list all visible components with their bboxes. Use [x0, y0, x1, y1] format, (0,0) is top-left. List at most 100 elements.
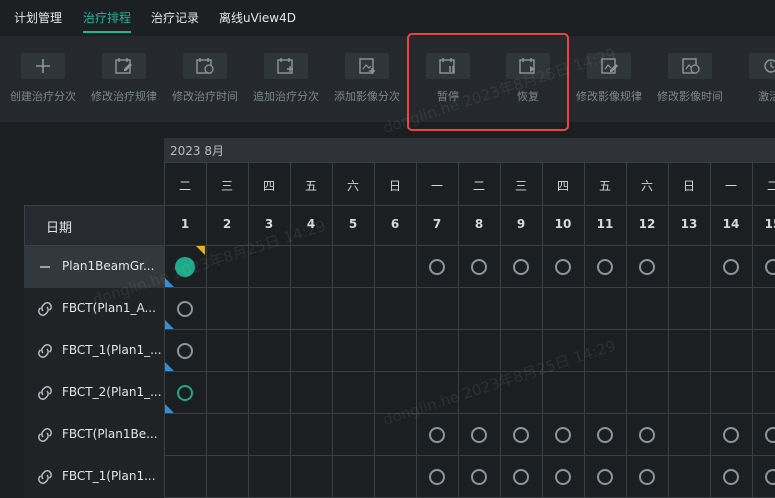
image-add-icon: [345, 53, 389, 79]
fraction-marker[interactable]: [471, 259, 487, 275]
fraction-marker[interactable]: [555, 427, 571, 443]
fraction-marker[interactable]: [639, 427, 655, 443]
modify-treatment-pattern-button[interactable]: 修改治疗规律: [83, 36, 165, 122]
weekday-label: 二: [766, 179, 775, 193]
resume-label: 恢复: [517, 90, 539, 103]
image-clock-icon: [668, 53, 712, 79]
fraction-marker[interactable]: [639, 259, 655, 275]
modify-imaging-time-button[interactable]: 修改影像时间: [649, 36, 731, 122]
calendar-clock-icon: [183, 53, 227, 79]
weekday-label: 五: [304, 179, 317, 193]
day-number[interactable]: 4: [290, 217, 332, 231]
fraction-marker[interactable]: [513, 469, 529, 485]
day-number[interactable]: 7: [416, 217, 458, 231]
weekday-label: 四: [262, 179, 275, 193]
pause-button[interactable]: 暂停: [407, 36, 489, 122]
toolbar: 创建治疗分次 修改治疗规律 修改治疗时间 追加治疗分次 添加影像分次 暂停 恢复…: [0, 36, 775, 122]
day-number[interactable]: 13: [668, 217, 710, 231]
day-number[interactable]: 3: [248, 217, 290, 231]
top-tab-bar: 计划管理 治疗排程 治疗记录 离线uView4D: [0, 0, 775, 34]
grid-row-divider: [24, 205, 775, 206]
fraction-marker[interactable]: [513, 427, 529, 443]
activate-label: 激活/: [758, 90, 775, 103]
modify-imaging-pattern-button[interactable]: 修改影像规律: [568, 36, 650, 122]
active-tab-indicator: [83, 31, 131, 33]
tab-treatment-schedule[interactable]: 治疗排程: [83, 9, 131, 26]
day-number[interactable]: 15: [752, 217, 775, 231]
fraction-marker[interactable]: [429, 427, 445, 443]
fraction-marker[interactable]: [765, 259, 775, 275]
tab-offline-uview4d[interactable]: 离线uView4D: [219, 9, 296, 26]
add-imaging-fraction-button[interactable]: 添加影像分次: [326, 36, 408, 122]
weekday-label: 三: [220, 179, 233, 193]
fraction-marker[interactable]: [175, 257, 195, 277]
day-number[interactable]: 14: [710, 217, 752, 231]
date-column-title: 日期: [46, 221, 73, 236]
fraction-marker[interactable]: [177, 301, 193, 317]
link-icon: [36, 342, 54, 360]
modify-treatment-pattern-label: 修改治疗规律: [91, 90, 157, 103]
plan-row-label[interactable]: FBCT(Plan1Be...: [24, 414, 164, 456]
weekday-label: 日: [388, 179, 401, 193]
fraction-marker[interactable]: [429, 259, 445, 275]
collapse-icon: [36, 258, 54, 276]
plan-row-text: FBCT_2(Plan1_...: [62, 385, 162, 399]
day-number[interactable]: 1: [164, 217, 206, 231]
fraction-marker[interactable]: [723, 469, 739, 485]
fraction-marker[interactable]: [765, 469, 775, 485]
day-number[interactable]: 6: [374, 217, 416, 231]
create-fraction-button[interactable]: 创建治疗分次: [2, 36, 84, 122]
fraction-marker[interactable]: [177, 343, 193, 359]
tab-treatment-records[interactable]: 治疗记录: [151, 9, 199, 26]
fraction-marker[interactable]: [429, 469, 445, 485]
plan-row-label[interactable]: FBCT_1(Plan1...: [24, 456, 164, 498]
month-bar: 2023 8月: [164, 138, 775, 162]
tab-plan-management[interactable]: 计划管理: [14, 9, 62, 26]
fraction-marker[interactable]: [555, 469, 571, 485]
today-marker: [165, 320, 174, 329]
today-marker: [165, 404, 174, 413]
fraction-marker[interactable]: [765, 427, 775, 443]
weekday-label: 六: [346, 179, 359, 193]
fraction-marker[interactable]: [471, 427, 487, 443]
link-icon: [36, 426, 54, 444]
fraction-marker[interactable]: [597, 259, 613, 275]
plan-row-label[interactable]: FBCT_1(Plan1_...: [24, 330, 164, 372]
modify-imaging-pattern-label: 修改影像规律: [576, 90, 642, 103]
modify-treatment-time-button[interactable]: 修改治疗时间: [164, 36, 246, 122]
resume-calendar-icon: [506, 53, 550, 79]
fraction-marker[interactable]: [471, 469, 487, 485]
fraction-marker[interactable]: [597, 469, 613, 485]
append-fraction-button[interactable]: 追加治疗分次: [245, 36, 327, 122]
plan-row-label[interactable]: FBCT_2(Plan1_...: [24, 372, 164, 414]
day-number[interactable]: 5: [332, 217, 374, 231]
activate-button[interactable]: 激活/: [730, 36, 775, 122]
fraction-marker[interactable]: [639, 469, 655, 485]
fraction-marker[interactable]: [723, 259, 739, 275]
day-number[interactable]: 8: [458, 217, 500, 231]
fraction-marker[interactable]: [597, 427, 613, 443]
link-icon: [36, 300, 54, 318]
day-number[interactable]: 10: [542, 217, 584, 231]
day-number[interactable]: 11: [584, 217, 626, 231]
fraction-marker[interactable]: [723, 427, 739, 443]
status-marker: [196, 246, 205, 255]
today-marker: [165, 278, 174, 287]
weekday-label: 一: [724, 179, 737, 193]
plus-icon: [21, 53, 65, 79]
append-fraction-label: 追加治疗分次: [253, 90, 319, 103]
resume-button[interactable]: 恢复: [487, 36, 569, 122]
calendar-add-icon: [264, 53, 308, 79]
day-number[interactable]: 12: [626, 217, 668, 231]
plan-row-label[interactable]: FBCT(Plan1_A...: [24, 288, 164, 330]
weekday-label: 二: [472, 179, 485, 193]
day-number[interactable]: 9: [500, 217, 542, 231]
weekday-label: 六: [640, 179, 653, 193]
fraction-marker[interactable]: [555, 259, 571, 275]
weekday-label: 日: [682, 179, 695, 193]
pause-calendar-icon: [426, 53, 470, 79]
plan-row-label[interactable]: Plan1BeamGr...: [24, 246, 164, 288]
day-number[interactable]: 2: [206, 217, 248, 231]
fraction-marker[interactable]: [177, 385, 193, 401]
fraction-marker[interactable]: [513, 259, 529, 275]
